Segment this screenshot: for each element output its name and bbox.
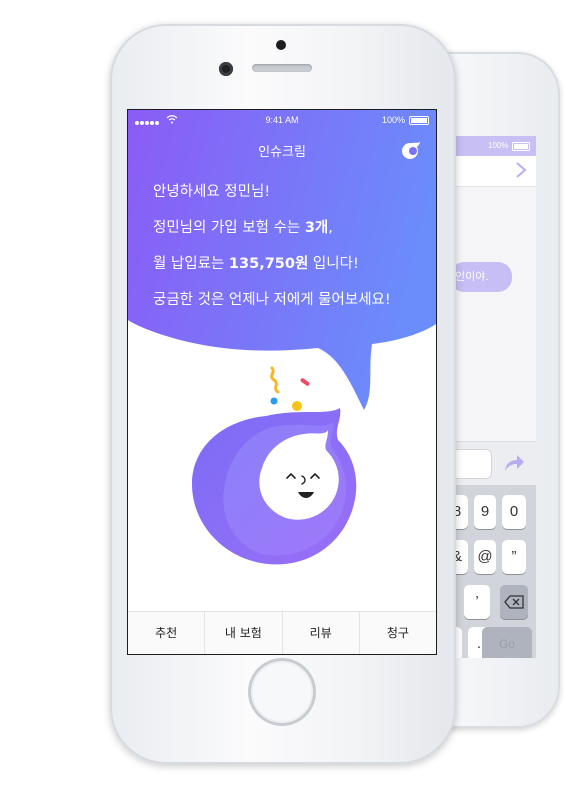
- monthly-premium: 135,750원: [228, 256, 309, 272]
- app-screen: 9:41 AM 100% 인슈크림 안녕하세요 정민님! 정민님의 가입 보험 …: [128, 110, 436, 654]
- greeting-line-4: 궁금한 것은 언제나 저에게 물어보세요!: [153, 292, 391, 308]
- greeting-line-3: 월 납입료는 135,750원 입니다!: [153, 256, 359, 272]
- key-at[interactable]: @: [474, 540, 496, 574]
- send-arrow-icon[interactable]: [502, 451, 526, 475]
- front-camera: [219, 62, 233, 76]
- home-button[interactable]: [248, 658, 316, 726]
- back-battery-percent: 100%: [488, 141, 509, 150]
- tab-claims[interactable]: 청구: [360, 612, 436, 654]
- chat-bubble: 인이야.: [450, 262, 512, 292]
- key-9[interactable]: 9: [474, 495, 496, 529]
- tab-my-insurance[interactable]: 내 보험: [205, 612, 283, 654]
- page-title: 인슈크림: [258, 145, 306, 160]
- battery-icon: [409, 116, 429, 125]
- battery-percent: 100%: [382, 115, 406, 125]
- back-nav-bar: [448, 156, 536, 187]
- key-apostrophe[interactable]: ’: [464, 585, 490, 619]
- keyboard: 8 9 0 & @ ” ’ . Go: [448, 485, 536, 658]
- backspace-icon: [504, 595, 524, 609]
- bottom-tab-bar: 추천 내 보험 리뷰 청구: [128, 611, 436, 654]
- front-sensor-dot: [276, 40, 286, 50]
- key-quote[interactable]: ”: [502, 540, 526, 574]
- go-key[interactable]: Go: [482, 627, 532, 658]
- earpiece-speaker: [252, 64, 312, 72]
- greeting-line-2: 정민님의 가입 보험 수는 3개,: [153, 220, 333, 236]
- drop-mascot-icon: [192, 366, 357, 565]
- back-battery-icon: [512, 142, 530, 151]
- drop-avatar-icon[interactable]: [400, 139, 422, 161]
- chat-input-bar: [448, 441, 536, 486]
- greeting-message: 안녕하세요 정민님! 정민님의 가입 보험 수는 3개, 월 납입료는 135,…: [153, 180, 433, 324]
- policy-count: 3개: [304, 220, 329, 236]
- status-bar: 9:41 AM 100%: [128, 110, 436, 130]
- greeting-line-1: 안녕하세요 정민님!: [153, 184, 271, 200]
- backspace-key[interactable]: [500, 585, 528, 619]
- back-phone-screen: 100% 인이야. 8 9 0 & @ ” ’ . Go: [448, 136, 536, 658]
- tab-reviews[interactable]: 리뷰: [283, 612, 360, 654]
- tab-recommend[interactable]: 추천: [128, 612, 206, 654]
- back-status-bar: 100%: [448, 136, 536, 156]
- key-0[interactable]: 0: [502, 495, 526, 529]
- chevron-right-icon[interactable]: [514, 160, 528, 180]
